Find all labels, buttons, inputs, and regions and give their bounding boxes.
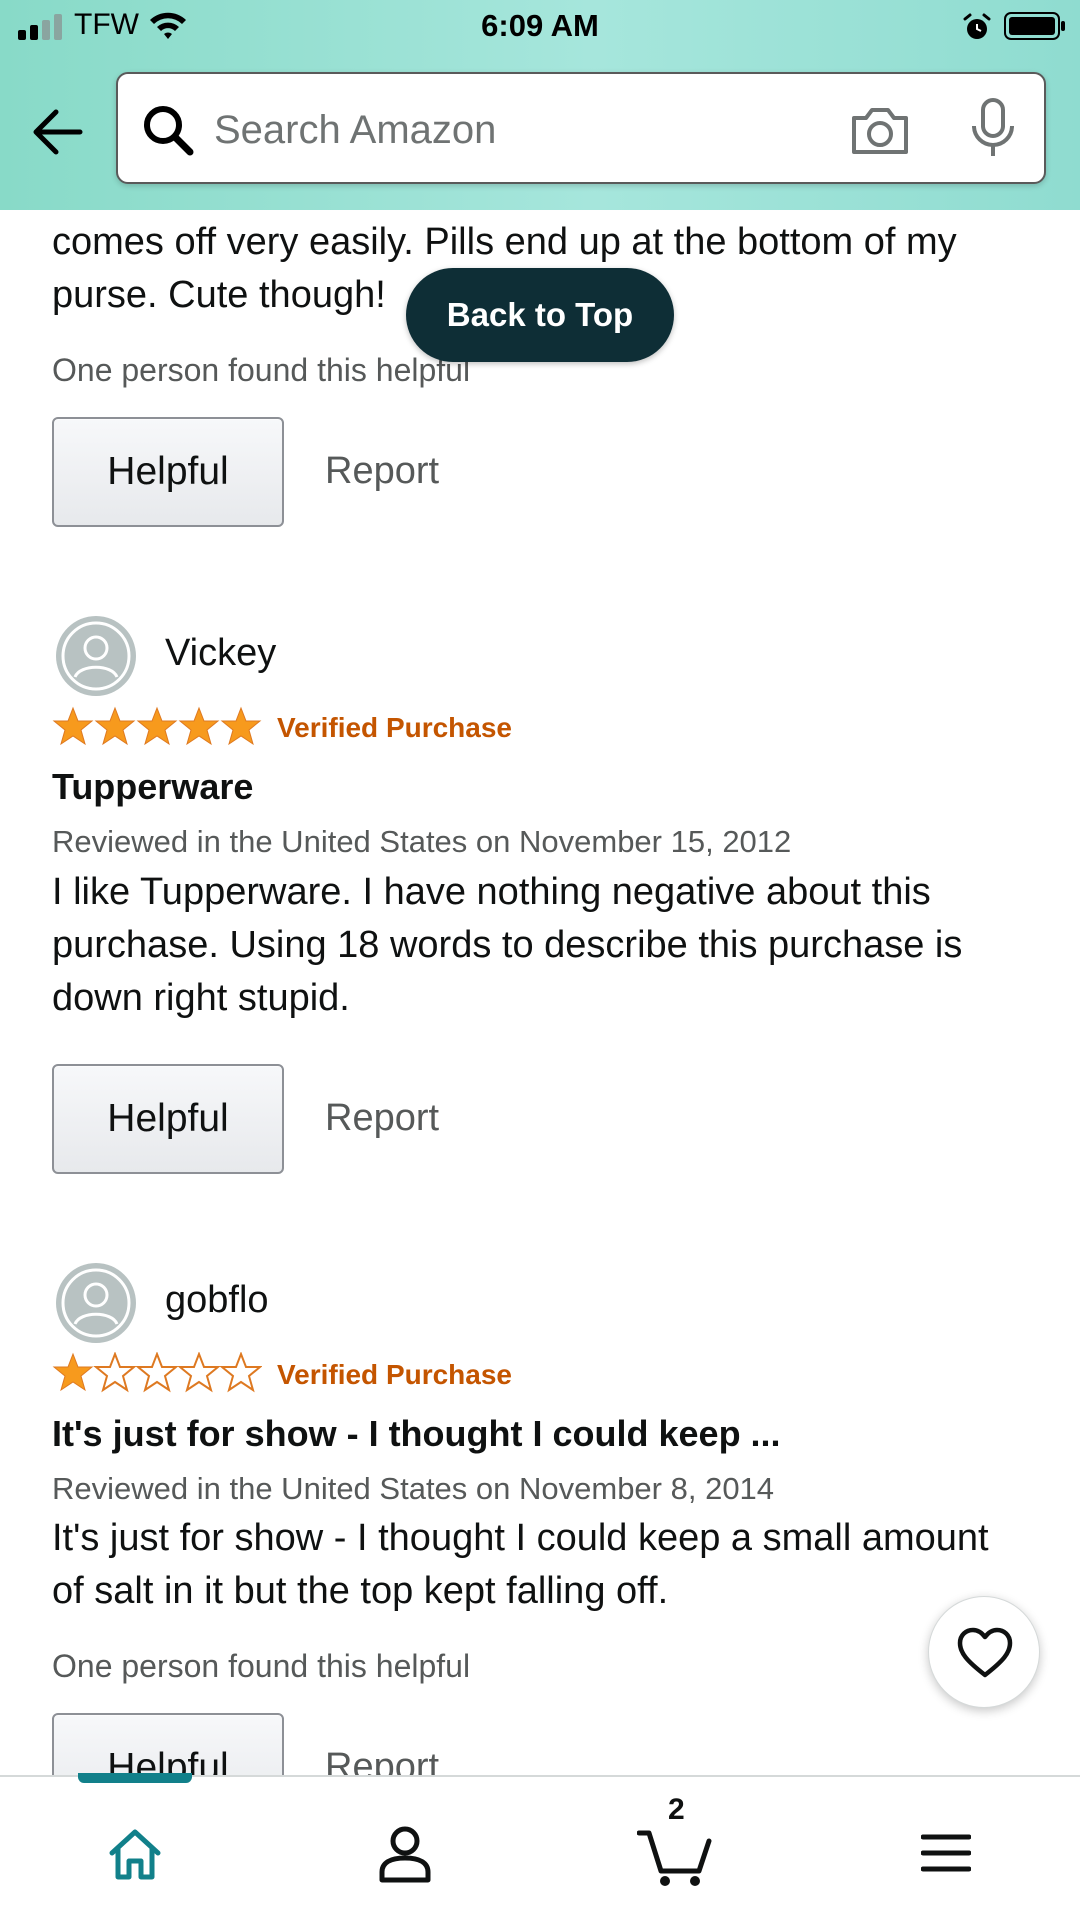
nav-account[interactable] (305, 1777, 505, 1920)
menu-icon (921, 1834, 971, 1872)
microphone-icon[interactable] (968, 96, 1018, 162)
header: TFW 6:09 AM (0, 0, 1080, 210)
wifi-icon (150, 12, 186, 39)
cart-icon (637, 1830, 712, 1886)
alarm-icon (963, 13, 991, 39)
reviewer-name: gobflo (165, 1279, 269, 1321)
helpful-button[interactable]: Helpful (52, 417, 284, 527)
helpful-count: One person found this helpful (52, 352, 471, 388)
back-to-top-button[interactable]: Back to Top (406, 268, 674, 362)
helpful-button[interactable]: Helpful (52, 1064, 284, 1174)
user-icon (379, 1826, 431, 1883)
helpful-button[interactable]: Helpful (52, 1713, 284, 1775)
review-title: It's just for show - I thought I could k… (52, 1413, 781, 1454)
reviewer-name: Vickey (165, 632, 277, 674)
reviews-list: comes off very easily. Pills end up at t… (0, 210, 1080, 1775)
review-title: Tupperware (52, 766, 254, 807)
five-star-rating-icon (52, 706, 262, 746)
nav-menu[interactable] (845, 1777, 1045, 1920)
review-body: I like Tupperware. I have nothing negati… (52, 871, 963, 1019)
cart-count-badge: 2 (668, 1793, 685, 1826)
one-star-rating-icon (52, 1352, 262, 1393)
review-date: Reviewed in the United States on Novembe… (52, 824, 792, 859)
verified-purchase-badge: Verified Purchase (277, 712, 513, 743)
review-date: Reviewed in the United States on Novembe… (52, 1471, 775, 1506)
review-body: It's just for show - I thought I could k… (52, 1517, 989, 1612)
nav-cart[interactable]: 2 (575, 1777, 775, 1920)
avatar-icon (56, 616, 136, 696)
signal-strength-icon (18, 14, 62, 40)
verified-purchase-badge: Verified Purchase (277, 1359, 513, 1390)
report-link[interactable]: Report (325, 1746, 439, 1775)
bottom-nav: 2 (0, 1773, 1080, 1920)
favorite-button[interactable] (928, 1596, 1040, 1708)
search-icon (144, 106, 194, 156)
back-arrow-icon[interactable] (28, 104, 88, 160)
status-bar: TFW 6:09 AM (0, 0, 1080, 54)
search-bar[interactable] (116, 72, 1046, 184)
search-input[interactable] (214, 100, 774, 160)
battery-icon (1004, 12, 1065, 40)
home-icon (109, 1829, 161, 1880)
avatar-icon (56, 1263, 136, 1343)
camera-icon[interactable] (848, 102, 912, 158)
helpful-count: One person found this helpful (52, 1648, 471, 1684)
carrier-label: TFW (74, 8, 139, 41)
report-link[interactable]: Report (325, 1097, 439, 1140)
nav-home[interactable] (35, 1777, 235, 1920)
report-link[interactable]: Report (325, 450, 439, 493)
heart-icon (957, 1627, 1013, 1678)
